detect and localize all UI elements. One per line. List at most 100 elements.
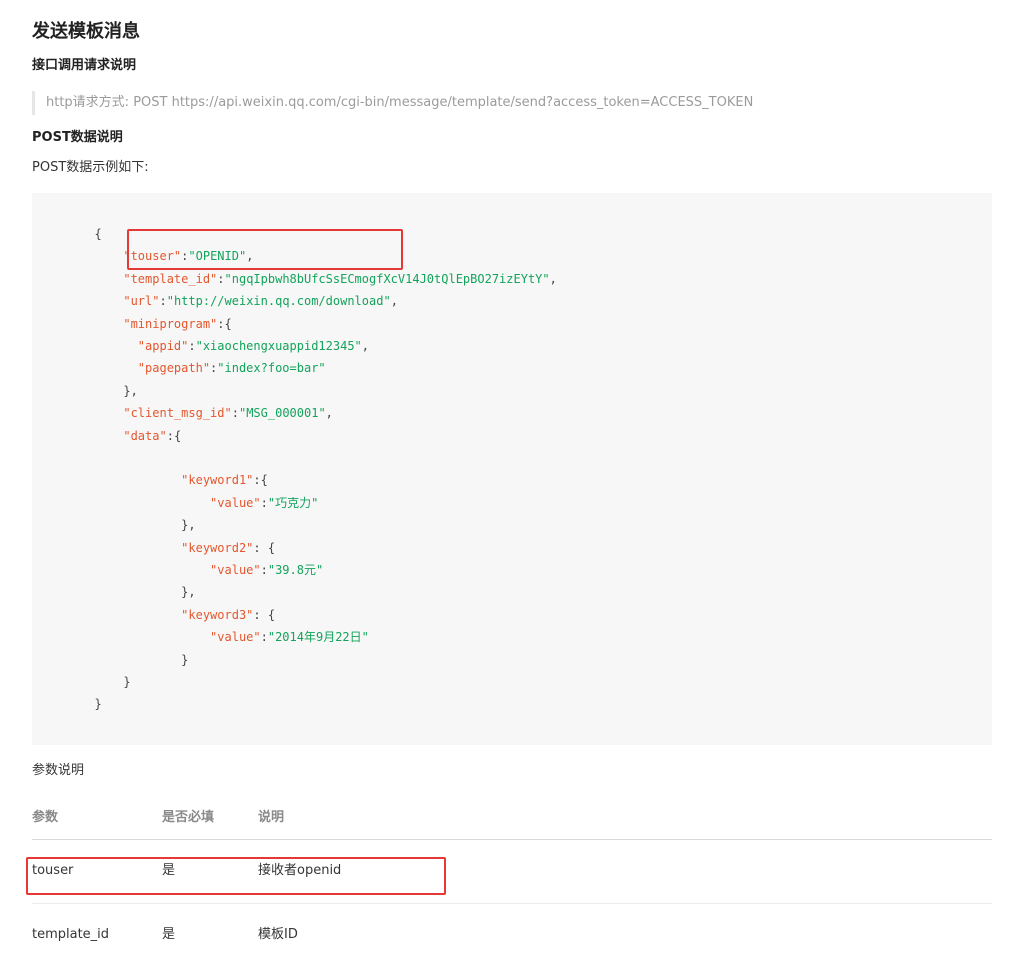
post-heading: POST数据说明	[32, 130, 123, 145]
code-punct: ,	[549, 271, 557, 286]
doc-page: 发送模板消息 接口调用请求说明 http请求方式: POST https://a…	[0, 0, 1034, 954]
post-example-text: POST数据示例如下:	[32, 160, 149, 175]
code-key: "value"	[210, 563, 261, 577]
code-key: "template_id"	[123, 271, 218, 286]
code-punct: : {	[253, 607, 276, 622]
code-punct: }	[94, 697, 102, 712]
code-punct: ,	[361, 339, 370, 353]
code-line: }	[80, 649, 188, 671]
code-string: "index?foo=bar"	[217, 361, 326, 376]
header-param: 参数	[32, 810, 59, 825]
header-description: 说明	[258, 810, 285, 825]
code-line: }	[80, 671, 131, 693]
code-punct: : {	[253, 540, 276, 555]
code-string: "巧克力"	[267, 495, 319, 510]
api-request-quote: http请求方式: POST https://api.weixin.qq.com…	[32, 91, 753, 115]
table-row: touser 是 接收者openid	[32, 840, 992, 904]
code-line: "miniprogram":{	[80, 313, 232, 335]
table-row: template_id 是 模板ID	[32, 904, 992, 954]
code-punct: :	[260, 563, 268, 577]
code-key: "data"	[123, 428, 167, 443]
code-line: "url":"http://weixin.qq.com/download",	[80, 290, 398, 312]
code-key: "keyword3"	[181, 607, 254, 622]
code-string: "2014年9月22日"	[267, 630, 369, 645]
api-heading: 接口调用请求说明	[32, 58, 137, 73]
code-punct: },	[123, 383, 138, 398]
params-heading: 参数说明	[32, 763, 85, 778]
code-line: "value":"39.8元"	[80, 559, 323, 581]
code-punct: :{	[166, 428, 182, 443]
code-key: "keyword1"	[181, 473, 254, 488]
code-punct: },	[181, 518, 196, 533]
code-punct: :{	[217, 316, 232, 331]
code-string: "39.8元"	[267, 563, 324, 577]
code-key: "appid"	[137, 339, 189, 353]
page-title: 发送模板消息	[32, 21, 140, 42]
code-string: "xiaochengxuappid12345"	[195, 339, 362, 353]
row-description: 模板ID	[258, 927, 298, 942]
code-content: { "touser":"OPENID", "template_id":"ngqI…	[32, 193, 992, 745]
code-line: },	[80, 514, 196, 536]
code-line: },	[80, 581, 196, 603]
code-punct: :	[188, 339, 196, 353]
code-punct: :{	[253, 473, 268, 488]
params-table-header: 参数 是否必填 说明	[32, 805, 992, 840]
code-line: },	[80, 380, 138, 402]
code-key: "client_msg_id"	[123, 406, 232, 421]
row-param: template_id	[32, 927, 110, 942]
code-line: "touser":"OPENID",	[80, 245, 253, 267]
code-line: {	[80, 223, 102, 245]
code-key: "value"	[210, 630, 261, 645]
code-string: "OPENID"	[188, 249, 247, 264]
code-line: }	[80, 693, 102, 715]
code-line: "appid":"xiaochengxuappid12345",	[80, 335, 369, 357]
code-string: "ngqIpbwh8bUfcSsECmogfXcV14J0tQlEpBO27iz…	[224, 271, 550, 286]
code-key: "touser"	[123, 249, 182, 264]
code-line: "keyword1":{	[80, 469, 268, 491]
code-key: "value"	[210, 495, 261, 510]
code-line: "pagepath":"index?foo=bar"	[80, 357, 326, 379]
code-line: "client_msg_id":"MSG_000001",	[80, 402, 333, 424]
code-line: "data":{	[80, 425, 181, 447]
code-punct: :	[159, 294, 167, 309]
code-punct: :	[260, 630, 268, 645]
code-key: "pagepath"	[137, 361, 211, 376]
code-punct: :	[260, 495, 268, 510]
code-key: "keyword2"	[181, 540, 254, 555]
code-punct: ,	[390, 294, 398, 309]
code-key: "miniprogram"	[123, 316, 218, 331]
code-punct: },	[181, 585, 196, 600]
code-string: "MSG_000001"	[238, 406, 326, 421]
code-punct: ,	[246, 249, 254, 264]
header-required: 是否必填	[162, 810, 215, 825]
code-punct: ,	[325, 406, 333, 421]
code-key: "url"	[123, 294, 160, 309]
code-punct: }	[123, 675, 131, 689]
code-punct: {	[94, 227, 102, 241]
row-param: touser	[32, 863, 74, 878]
code-line: "template_id":"ngqIpbwh8bUfcSsECmogfXcV1…	[80, 268, 557, 290]
row-required: 是	[162, 863, 176, 878]
code-string: "http://weixin.qq.com/download"	[166, 294, 391, 309]
